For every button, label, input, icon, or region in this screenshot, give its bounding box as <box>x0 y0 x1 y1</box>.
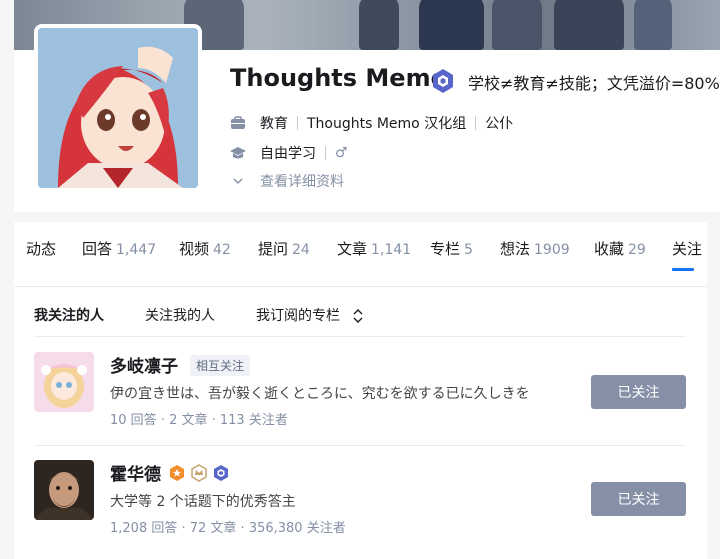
page-gutter <box>707 222 720 559</box>
profile-education: 自由学习 ♂ <box>230 143 348 163</box>
divider <box>325 146 326 160</box>
profile-name: Thoughts Memo <box>230 64 448 92</box>
subtab-label: 我订阅的专栏 <box>256 308 340 324</box>
more-info-link[interactable]: 查看详细资料 <box>230 171 344 191</box>
tabs-divider <box>14 286 707 287</box>
tab-videos[interactable]: 视频 42 <box>179 238 231 259</box>
tab-answers[interactable]: 回答 1,447 <box>82 238 156 259</box>
briefcase-icon <box>230 115 246 131</box>
user-avatar[interactable] <box>34 460 94 520</box>
education-text: 自由学习 <box>260 146 316 162</box>
followed-button[interactable]: 已关注 <box>591 375 686 409</box>
excellent-answerer-badge-icon <box>170 465 184 481</box>
industry-text: 教育 <box>260 116 288 132</box>
user-stats: 1,208 回答 · 72 文章 · 356,380 关注者 <box>110 521 346 536</box>
sort-arrows-icon <box>353 309 363 323</box>
user-bio: 伊の宜き世は、吾が毅く逝くところに、究むを欲する已に久しきを <box>110 386 530 402</box>
tab-questions[interactable]: 提问 24 <box>258 238 310 259</box>
subtab-my-following[interactable]: 我关注的人 <box>34 305 104 325</box>
divider <box>475 116 477 130</box>
subtab-subscribed-columns[interactable]: 我订阅的专栏 <box>256 305 364 325</box>
user-stats: 10 回答 · 2 文章 · 113 关注者 <box>110 413 288 428</box>
company-text: Thoughts Memo 汉化组 <box>307 116 467 132</box>
crown-badge-icon <box>191 464 207 482</box>
user-avatar[interactable] <box>34 352 94 412</box>
chevron-down-icon <box>230 173 246 189</box>
verified-badge-icon <box>214 465 228 481</box>
following-user-row: 霍华德 大学等 2 个话题下的优秀答主 1,208 回答 · 72 文章 · 3… <box>34 446 686 554</box>
profile-content-card: 动态 回答 1,447 视频 42 提问 24 文章 1,141 专栏 5 想法 1909 … <box>14 222 707 559</box>
followed-button[interactable]: 已关注 <box>591 482 686 516</box>
more-info-text: 查看详细资料 <box>260 174 344 190</box>
subtabs-divider <box>34 336 686 337</box>
tab-collections[interactable]: 收藏 29 <box>594 238 646 259</box>
gender-icon: ♂ <box>335 145 348 161</box>
tab-articles[interactable]: 文章 1,141 <box>337 238 411 259</box>
user-name[interactable]: 多岐凛子 <box>110 352 178 377</box>
profile-avatar[interactable] <box>34 24 202 192</box>
tab-following[interactable]: 关注 <box>672 238 707 259</box>
profile-headline: 学校≠教育≠技能；文凭溢价=80%信 <box>468 74 720 93</box>
user-bio: 大学等 2 个话题下的优秀答主 <box>110 494 296 510</box>
graduation-cap-icon <box>230 145 246 161</box>
user-name[interactable]: 霍华德 <box>110 460 161 485</box>
following-user-row: 多岐凛子 相互关注 伊の宜き世は、吾が毅く逝くところに、究むを欲する已に久しきを… <box>34 338 686 446</box>
tab-thoughts[interactable]: 想法 1909 <box>500 238 570 259</box>
tab-columns[interactable]: 专栏 5 <box>430 238 473 259</box>
divider <box>297 116 298 130</box>
verified-badge-icon <box>433 69 453 93</box>
active-tab-indicator <box>672 268 694 271</box>
mutual-follow-badge: 相互关注 <box>190 355 251 376</box>
position-text: 公仆 <box>485 116 514 132</box>
profile-employment: 教育 Thoughts Memo 汉化组 公仆 <box>230 113 513 133</box>
subtab-my-followers[interactable]: 关注我的人 <box>145 305 215 325</box>
tab-activity[interactable]: 动态 <box>26 238 56 259</box>
